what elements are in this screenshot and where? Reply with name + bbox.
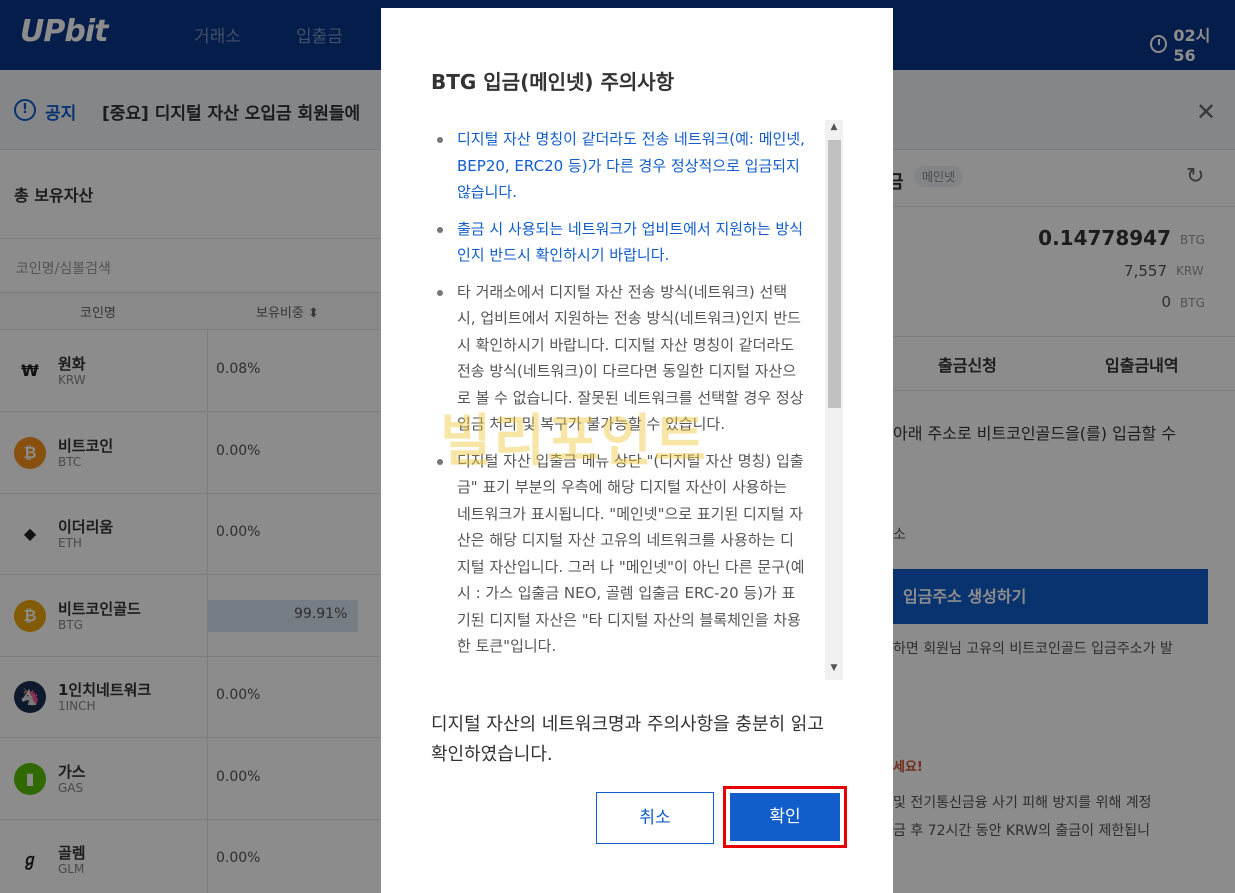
confirm-statement: 디지털 자산의 네트워크명과 주의사항을 충분히 읽고 확인하였습니다. [431, 714, 824, 765]
scroll-down-arrow-icon[interactable]: ▼ [825, 663, 843, 677]
scroll-up-arrow-icon[interactable]: ▲ [825, 122, 843, 136]
caution-item: 출금 시 사용되는 네트워크가 업비트에서 지원하는 방식인지 반드시 확인하시… [431, 216, 805, 269]
caution-list: 디지털 자산 명칭이 같더라도 전송 네트워크(예: 메인넷, BEP20, E… [431, 126, 805, 670]
scrollbar-thumb[interactable] [828, 140, 841, 408]
deposit-caution-modal: BTG 입금(메인넷) 주의사항 디지털 자산 명칭이 같더라도 전송 네트워크… [381, 8, 893, 893]
ok-button[interactable]: 확인 [730, 793, 840, 841]
caution-item: 타 거래소에서 디지털 자산 전송 방식(네트워크) 선택 시, 업비트에서 지… [431, 279, 805, 438]
caution-item: 디지털 자산 명칭이 같더라도 전송 네트워크(예: 메인넷, BEP20, E… [431, 126, 805, 206]
cancel-button[interactable]: 취소 [596, 792, 714, 844]
caution-item: 디지털 자산 입출금 메뉴 상단 "(디지털 자산 명칭) 입출금" 표기 부분… [431, 448, 805, 660]
modal-title: BTG 입금(메인넷) 주의사항 [431, 70, 675, 94]
caution-scroll-area[interactable]: 디지털 자산 명칭이 같더라도 전송 네트워크(예: 메인넷, BEP20, E… [431, 120, 825, 680]
